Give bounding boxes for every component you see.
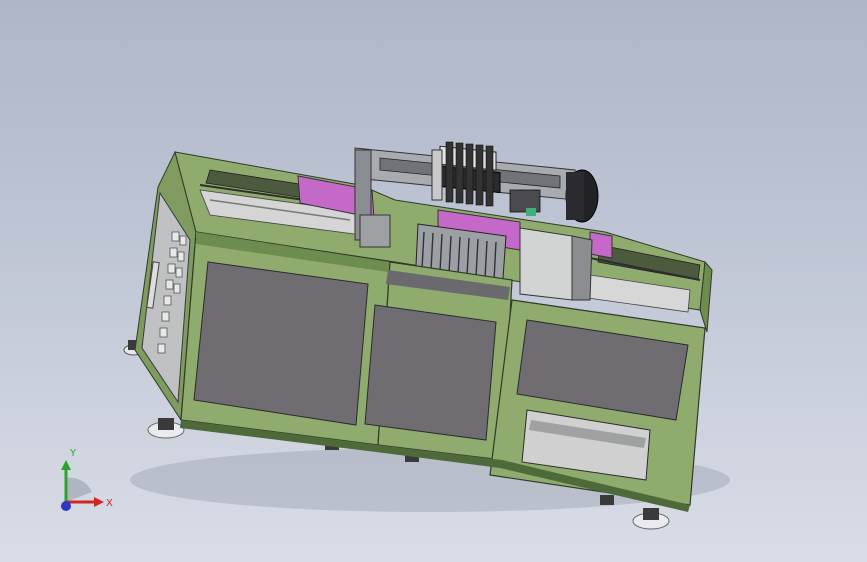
y-axis-arrow-icon	[61, 460, 71, 470]
left-cabinet	[180, 231, 391, 446]
x-axis-label: X	[106, 498, 113, 509]
machine-model[interactable]	[0, 0, 867, 562]
orientation-triad: Y X	[61, 448, 113, 511]
graphics-viewport[interactable]: Y X	[0, 0, 867, 562]
side-tower	[519, 227, 593, 301]
x-axis-arrow-icon	[94, 497, 104, 507]
z-axis-dot-icon	[61, 501, 71, 511]
y-axis-label: Y	[69, 448, 77, 459]
triad-plane-shading	[66, 477, 92, 502]
